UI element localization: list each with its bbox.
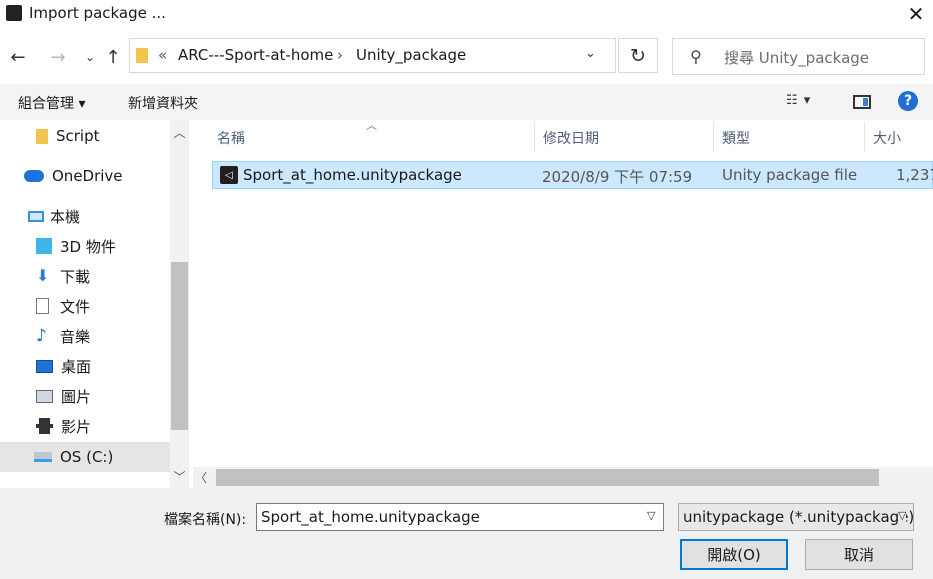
file-row[interactable]: ◁ Sport_at_home.unitypackage 2020/8/9 下午…	[212, 161, 933, 189]
cloud-icon	[24, 170, 44, 182]
chevron-down-icon[interactable]: ▽	[898, 509, 907, 522]
sidebar-item-label: 圖片	[61, 387, 92, 406]
new-folder-button[interactable]: 新增資料夾	[128, 93, 198, 113]
filter-value: unitypackage (*.unitypackage)	[683, 508, 914, 526]
sidebar-item-this-pc[interactable]: 本機	[28, 202, 80, 230]
filename-label: 檔案名稱(N):	[164, 512, 247, 528]
sidebar-scrollbar-thumb[interactable]	[171, 262, 188, 430]
address-bar[interactable]: « ARC---Sport-at-home › Unity_package ⌄	[129, 38, 616, 73]
file-name: Sport_at_home.unitypackage	[243, 166, 462, 184]
sidebar-item-label: Script	[56, 127, 100, 145]
sidebar-item-label: 桌面	[61, 357, 92, 376]
organize-menu[interactable]: 組合管理 ▾	[18, 93, 85, 113]
column-header-size[interactable]: 大小	[873, 128, 901, 148]
sidebar-item-music[interactable]: ♪ 音樂	[36, 322, 90, 350]
desktop-icon	[36, 359, 53, 373]
column-divider[interactable]	[864, 122, 865, 152]
pictures-icon	[36, 389, 53, 403]
sidebar-item-label: 下載	[60, 267, 91, 286]
scroll-down-icon[interactable]: ﹀	[170, 468, 189, 485]
breadcrumb-overflow[interactable]: «	[158, 46, 167, 64]
column-divider[interactable]	[713, 122, 714, 152]
scroll-up-icon[interactable]: ︿	[170, 124, 189, 141]
forward-button[interactable]: →	[46, 44, 70, 70]
up-folder-button[interactable]: ↑	[101, 44, 125, 70]
cube-icon	[36, 238, 52, 254]
command-toolbar: 組合管理 ▾ 新增資料夾 ☷ ▾	[0, 84, 933, 120]
folder-icon	[136, 48, 148, 63]
search-placeholder: 搜尋 Unity_package	[724, 49, 870, 67]
document-icon	[36, 298, 49, 314]
scroll-left-icon[interactable]: 〈	[195, 469, 207, 486]
window-title: Import package ...	[29, 4, 166, 22]
sidebar-item-desktop[interactable]: 桌面	[36, 352, 91, 380]
recent-locations-button[interactable]: ⌄	[78, 44, 102, 70]
cancel-button[interactable]: 取消	[805, 539, 913, 570]
sidebar-item-os-c[interactable]: OS (C:)	[34, 443, 113, 471]
file-size: 1,237	[896, 166, 933, 184]
unity-package-icon: ◁	[220, 166, 238, 184]
sidebar-item-documents[interactable]: 文件	[36, 292, 90, 320]
sidebar-item-downloads[interactable]: ⬇ 下載	[36, 262, 90, 290]
sidebar-item-label: OS (C:)	[60, 448, 114, 466]
sidebar-item-onedrive[interactable]: OneDrive	[24, 162, 123, 190]
sort-ascending-icon: ︿	[366, 119, 377, 132]
sidebar-item-label: OneDrive	[52, 167, 123, 185]
sidebar-item-label: 影片	[61, 417, 92, 436]
music-icon: ♪	[36, 326, 47, 346]
column-header-name[interactable]: 名稱	[217, 128, 245, 148]
sidebar-item-script[interactable]: Script	[36, 122, 100, 150]
filename-value: Sport_at_home.unitypackage	[261, 508, 480, 526]
column-header-type[interactable]: 類型	[722, 128, 750, 148]
preview-pane-icon[interactable]	[853, 95, 871, 109]
sidebar-item-videos[interactable]: 影片	[36, 412, 91, 440]
breadcrumb-item[interactable]: Unity_package	[356, 46, 466, 64]
breadcrumb-separator[interactable]: ›	[337, 46, 343, 64]
title-bar: Import package ... ✕	[0, 0, 933, 28]
navigation-pane: Script OneDrive 本機 3D 物件 ⬇ 下載 文件 ♪ 音樂 桌面…	[0, 120, 170, 488]
sidebar-item-label: 文件	[60, 297, 91, 316]
column-header-date[interactable]: 修改日期	[543, 128, 599, 148]
sidebar-item-3d-objects[interactable]: 3D 物件	[36, 232, 116, 260]
close-button[interactable]: ✕	[899, 0, 933, 28]
sidebar-item-pictures[interactable]: 圖片	[36, 382, 91, 410]
computer-icon	[28, 210, 44, 222]
drive-icon	[34, 452, 52, 462]
dialog-footer	[0, 488, 933, 579]
column-divider[interactable]	[534, 122, 535, 152]
file-type: Unity package file	[722, 166, 858, 184]
horizontal-scrollbar-thumb[interactable]	[216, 469, 879, 486]
download-icon: ⬇	[36, 266, 50, 285]
help-icon[interactable]: ?	[898, 91, 918, 111]
chevron-down-icon[interactable]: ⌄	[585, 46, 596, 61]
back-button[interactable]: ←	[6, 44, 30, 70]
search-input[interactable]: ⚲ 搜尋 Unity_package	[672, 38, 925, 75]
refresh-button[interactable]: ↻	[618, 38, 658, 73]
file-date: 2020/8/9 下午 07:59	[542, 168, 693, 186]
horizontal-scrollbar[interactable]: 〈	[193, 467, 933, 488]
unity-app-icon	[6, 5, 22, 21]
open-button[interactable]: 開啟(O)	[680, 539, 788, 570]
search-icon: ⚲	[690, 47, 702, 66]
sidebar-item-label: 本機	[50, 207, 81, 226]
folder-icon	[36, 128, 48, 144]
video-icon	[36, 418, 53, 434]
breadcrumb-item[interactable]: ARC---Sport-at-home	[178, 46, 333, 64]
view-options-menu[interactable]: ☷ ▾	[786, 93, 811, 108]
chevron-down-icon[interactable]: ▽	[647, 509, 655, 522]
sidebar-item-label: 音樂	[60, 327, 91, 346]
filename-input[interactable]: Sport_at_home.unitypackage ▽	[256, 503, 664, 531]
file-type-filter-select[interactable]: unitypackage (*.unitypackage) ▽	[678, 503, 914, 531]
sidebar-item-label: 3D 物件	[60, 237, 116, 256]
